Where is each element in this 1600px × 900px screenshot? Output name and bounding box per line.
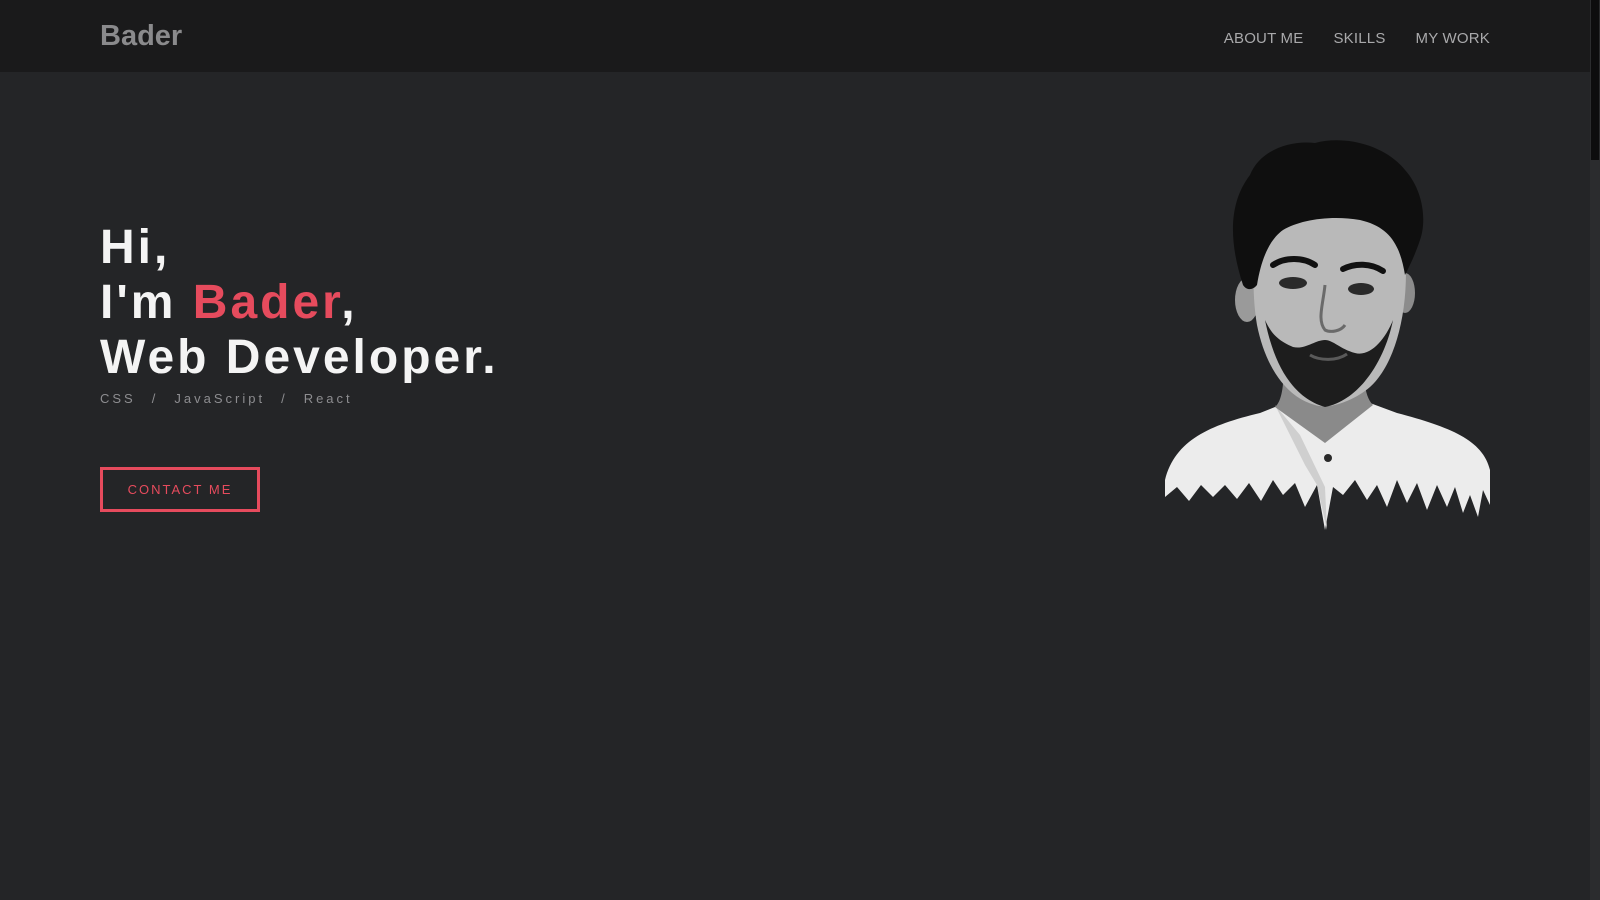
portrait-eye-left [1279, 277, 1307, 289]
nav-links: ABOUT ME SKILLS MY WORK [1224, 30, 1490, 47]
page-scrollbar[interactable] [1590, 0, 1600, 900]
nav-my-work[interactable]: MY WORK [1416, 30, 1490, 47]
greeting-text: Hi, [100, 221, 171, 274]
brand-logo[interactable]: Bader [100, 20, 182, 53]
skill-react: React [303, 391, 353, 406]
intro-suffix: , [341, 276, 358, 329]
hero-role: Web Developer. [100, 331, 499, 384]
page: Bader ABOUT ME SKILLS MY WORK Hi, I'm Ba… [0, 0, 1600, 900]
navbar: Bader ABOUT ME SKILLS MY WORK [0, 0, 1590, 72]
skill-css: CSS [100, 391, 136, 406]
skill-separator: / [151, 391, 159, 406]
nav-skills[interactable]: SKILLS [1333, 30, 1385, 47]
hero-section: Hi, I'm Bader, Web Developer. CSS / Java… [100, 220, 499, 406]
portrait-button [1324, 454, 1332, 462]
contact-me-button[interactable]: CONTACT ME [100, 467, 260, 512]
nav-about-me[interactable]: ABOUT ME [1224, 30, 1304, 47]
skill-separator: / [281, 391, 288, 406]
skill-javascript: JavaScript [174, 391, 266, 406]
skills-subtitle: CSS / JavaScript / React [100, 391, 499, 406]
portrait-eye-right [1348, 283, 1374, 295]
portrait-photo [1165, 140, 1490, 530]
hero-name: Bader [192, 276, 342, 329]
scrollbar-thumb[interactable] [1591, 0, 1599, 160]
hero-headline: Hi, I'm Bader, Web Developer. [100, 220, 499, 385]
intro-prefix: I'm [100, 276, 177, 329]
